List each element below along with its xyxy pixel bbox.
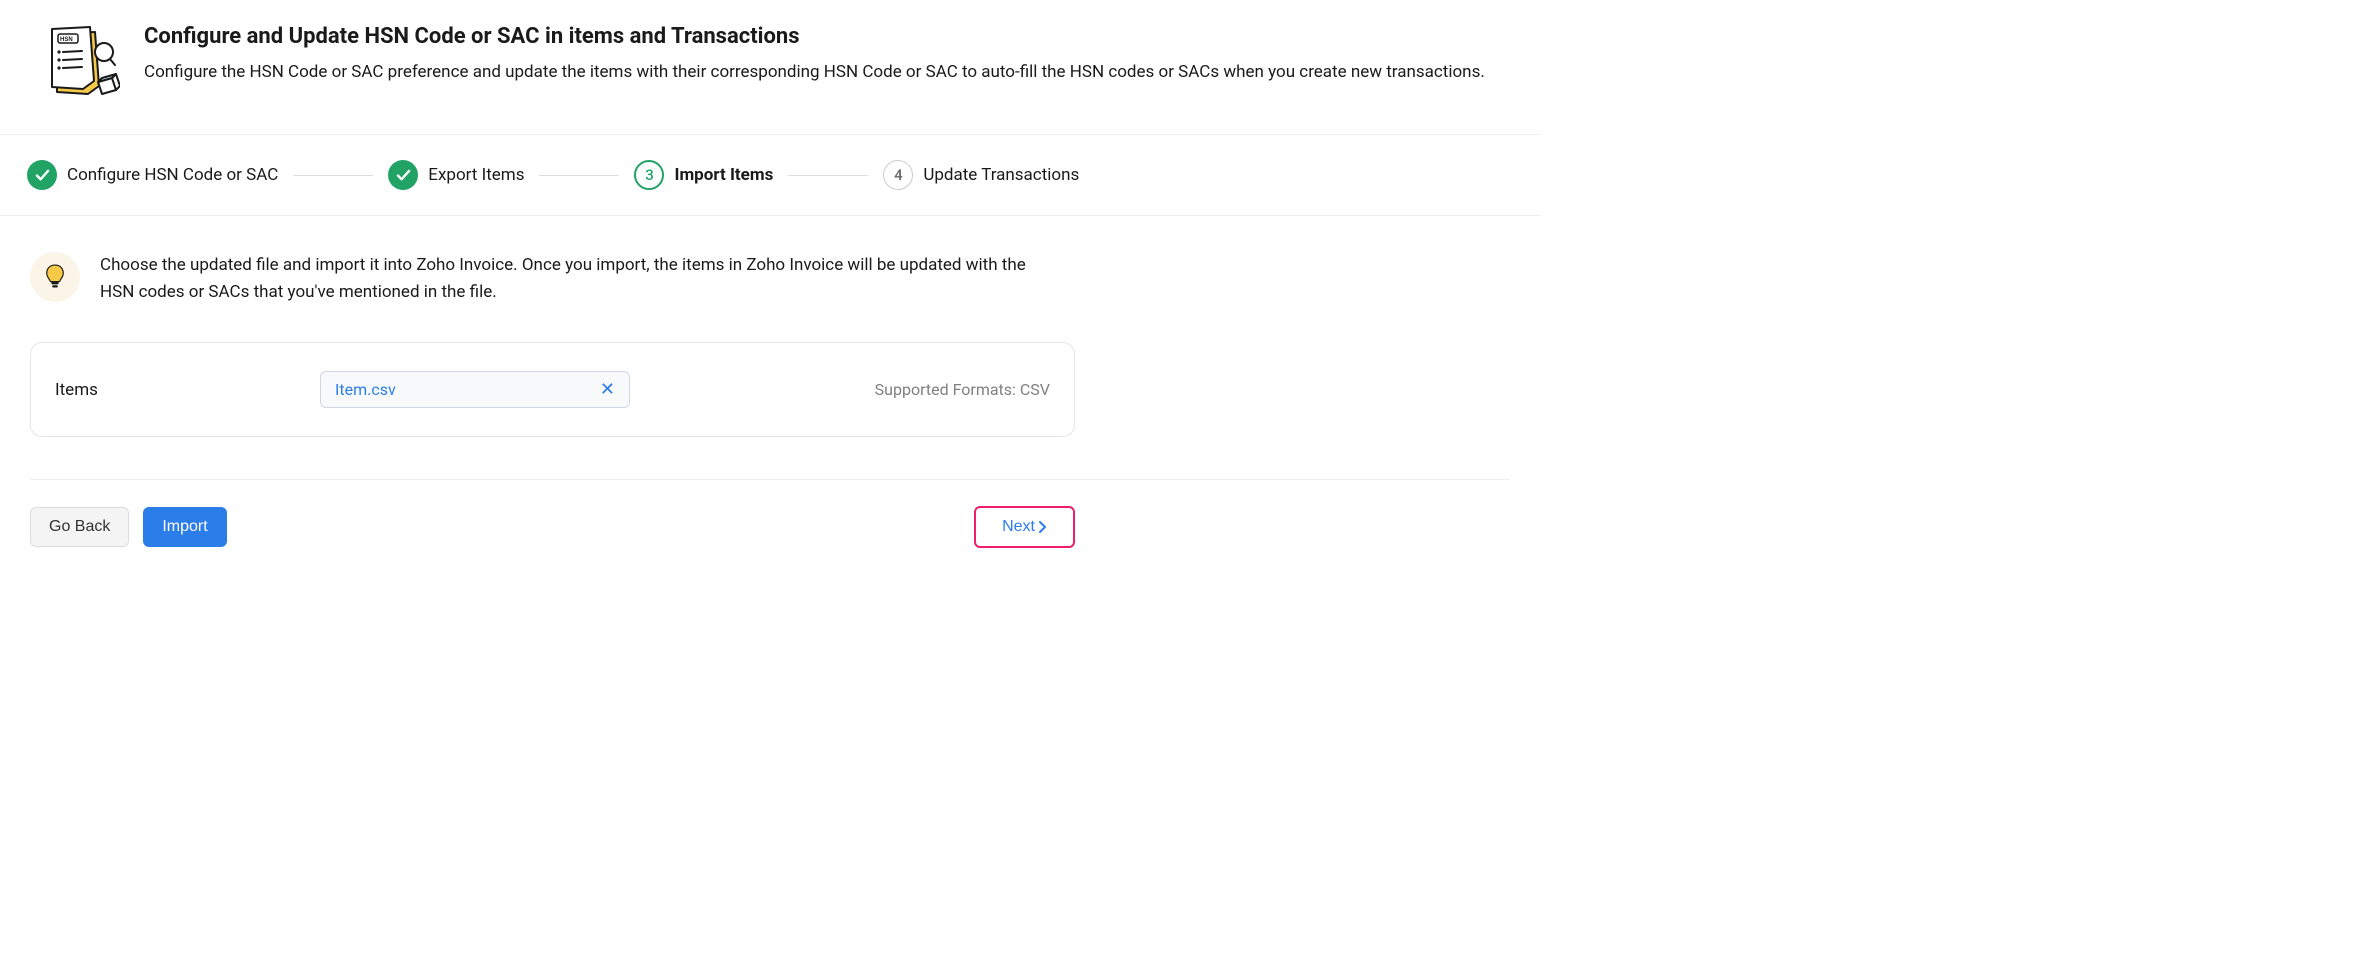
step-export-items: Export Items xyxy=(388,160,524,190)
page-title: Configure and Update HSN Code or SAC in … xyxy=(144,24,1510,49)
go-back-button[interactable]: Go Back xyxy=(30,507,129,547)
info-callout: Choose the updated file and import it in… xyxy=(30,252,1510,306)
hsn-document-icon: HSN xyxy=(30,24,120,104)
check-icon xyxy=(388,160,418,190)
check-icon xyxy=(27,160,57,190)
divider xyxy=(30,479,1510,480)
footer-actions: Go Back Import Next xyxy=(30,506,1075,548)
step-number: 4 xyxy=(883,160,913,190)
upload-label: Items xyxy=(55,380,320,400)
next-label: Next xyxy=(1002,518,1035,536)
lightbulb-icon xyxy=(30,252,80,302)
step-update-transactions: 4 Update Transactions xyxy=(883,160,1079,190)
step-number: 3 xyxy=(634,160,664,190)
step-configure-hsn: Configure HSN Code or SAC xyxy=(27,160,278,190)
step-label: Export Items xyxy=(428,165,524,185)
step-connector xyxy=(539,175,619,176)
svg-text:HSN: HSN xyxy=(60,37,73,43)
stepper: Configure HSN Code or SAC Export Items 3… xyxy=(0,135,1540,216)
step-label: Import Items xyxy=(674,165,773,185)
step-import-items: 3 Import Items xyxy=(634,160,773,190)
step-connector xyxy=(293,175,373,176)
page-header: HSN Configure and Update HSN Code xyxy=(0,0,1540,135)
file-chip[interactable]: Item.csv ✕ xyxy=(320,371,630,408)
upload-card: Items Item.csv ✕ Supported Formats: CSV xyxy=(30,342,1075,437)
next-button[interactable]: Next xyxy=(974,506,1075,548)
chevron-right-icon xyxy=(1039,521,1047,533)
step-label: Update Transactions xyxy=(923,165,1079,185)
remove-file-icon[interactable]: ✕ xyxy=(600,381,615,399)
file-name: Item.csv xyxy=(335,380,396,399)
step-label: Configure HSN Code or SAC xyxy=(67,165,278,185)
supported-formats: Supported Formats: CSV xyxy=(875,380,1050,399)
step-connector xyxy=(788,175,868,176)
import-button[interactable]: Import xyxy=(143,507,226,547)
page-description: Configure the HSN Code or SAC preference… xyxy=(144,59,1510,85)
info-text: Choose the updated file and import it in… xyxy=(100,252,1060,306)
